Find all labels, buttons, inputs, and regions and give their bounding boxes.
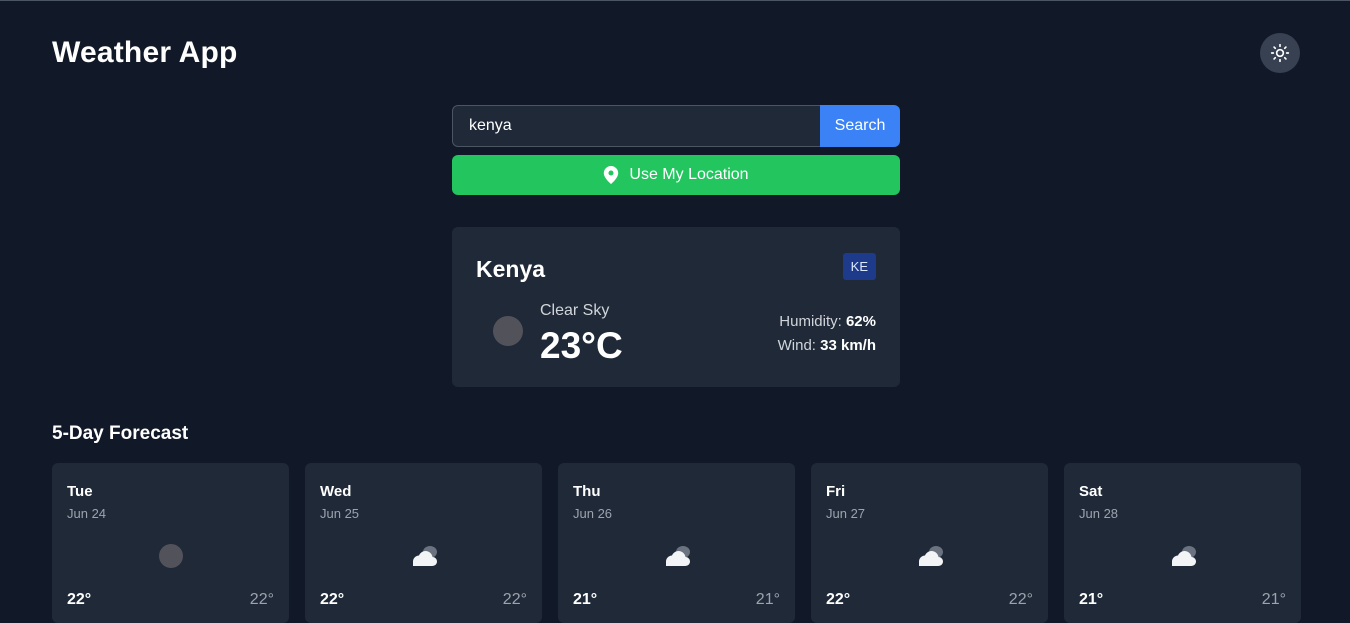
humidity-row: Humidity: 62% [778,310,876,334]
cloud-icon [912,543,948,569]
forecast-high-temp: 21° [1079,591,1104,608]
sun-icon [1270,43,1290,63]
forecast-low-temp: 22° [502,591,527,608]
city-name: Kenya [476,256,546,282]
forecast-day-name: Tue [67,483,93,500]
map-pin-icon [603,166,619,184]
current-weather-card: Kenya KE Clear Sky 23°C Humidity: 62% Wi… [452,227,900,387]
forecast-day-card: Tue Jun 24 22° 22° [52,463,289,623]
use-location-label: Use My Location [629,166,749,183]
forecast-day-card: Sat Jun 28 21° 21° [1064,463,1301,623]
forecast-high-temp: 21° [573,591,598,608]
forecast-day-date: Jun 27 [826,506,866,521]
forecast-day-name: Thu [573,483,601,500]
humidity-label: Humidity: [779,313,842,330]
clear-night-icon [153,543,189,569]
app-title: Weather App [52,36,238,69]
forecast-day-date: Jun 25 [320,506,360,521]
wind-label: Wind: [777,337,816,354]
forecast-low-temp: 22° [249,591,274,608]
use-location-button[interactable]: Use My Location [452,155,900,195]
search-input[interactable] [452,105,820,147]
weather-stats: Humidity: 62% Wind: 33 km/h [778,310,876,358]
search-bar: Search [452,105,900,147]
wind-row: Wind: 33 km/h [778,334,876,358]
forecast-day-name: Wed [320,483,352,500]
humidity-value: 62% [845,313,876,330]
forecast-day-card: Thu Jun 26 21° 21° [558,463,795,623]
forecast-day-name: Fri [826,483,846,500]
clear-night-icon [493,316,523,346]
forecast-day-name: Sat [1079,483,1103,500]
forecast-low-temp: 21° [1261,591,1286,608]
forecast-high-temp: 22° [320,591,345,608]
forecast-high-temp: 22° [826,591,851,608]
forecast-high-temp: 22° [67,591,92,608]
forecast-low-temp: 21° [755,591,780,608]
forecast-day-card: Fri Jun 27 22° 22° [811,463,1048,623]
forecast-day-date: Jun 26 [573,506,613,521]
top-border [0,0,1350,1]
forecast-heading: 5-Day Forecast [52,423,189,444]
forecast-low-temp: 22° [1008,591,1033,608]
forecast-day-date: Jun 24 [67,506,107,521]
forecast-day-card: Wed Jun 25 22° 22° [305,463,542,623]
country-badge: KE [842,253,876,280]
cloud-icon [659,543,695,569]
forecast-day-date: Jun 28 [1079,506,1119,521]
wind-value: 33 km/h [820,337,876,354]
theme-toggle-button[interactable] [1260,33,1300,73]
cloud-icon [1165,543,1201,569]
weather-condition: Clear Sky [540,302,610,319]
search-button[interactable]: Search [820,105,900,147]
cloud-icon [406,543,442,569]
current-temperature: 23°C [540,325,623,366]
forecast-list: Tue Jun 24 22° 22° Wed Jun 25 22° 22° Th… [52,463,1301,623]
